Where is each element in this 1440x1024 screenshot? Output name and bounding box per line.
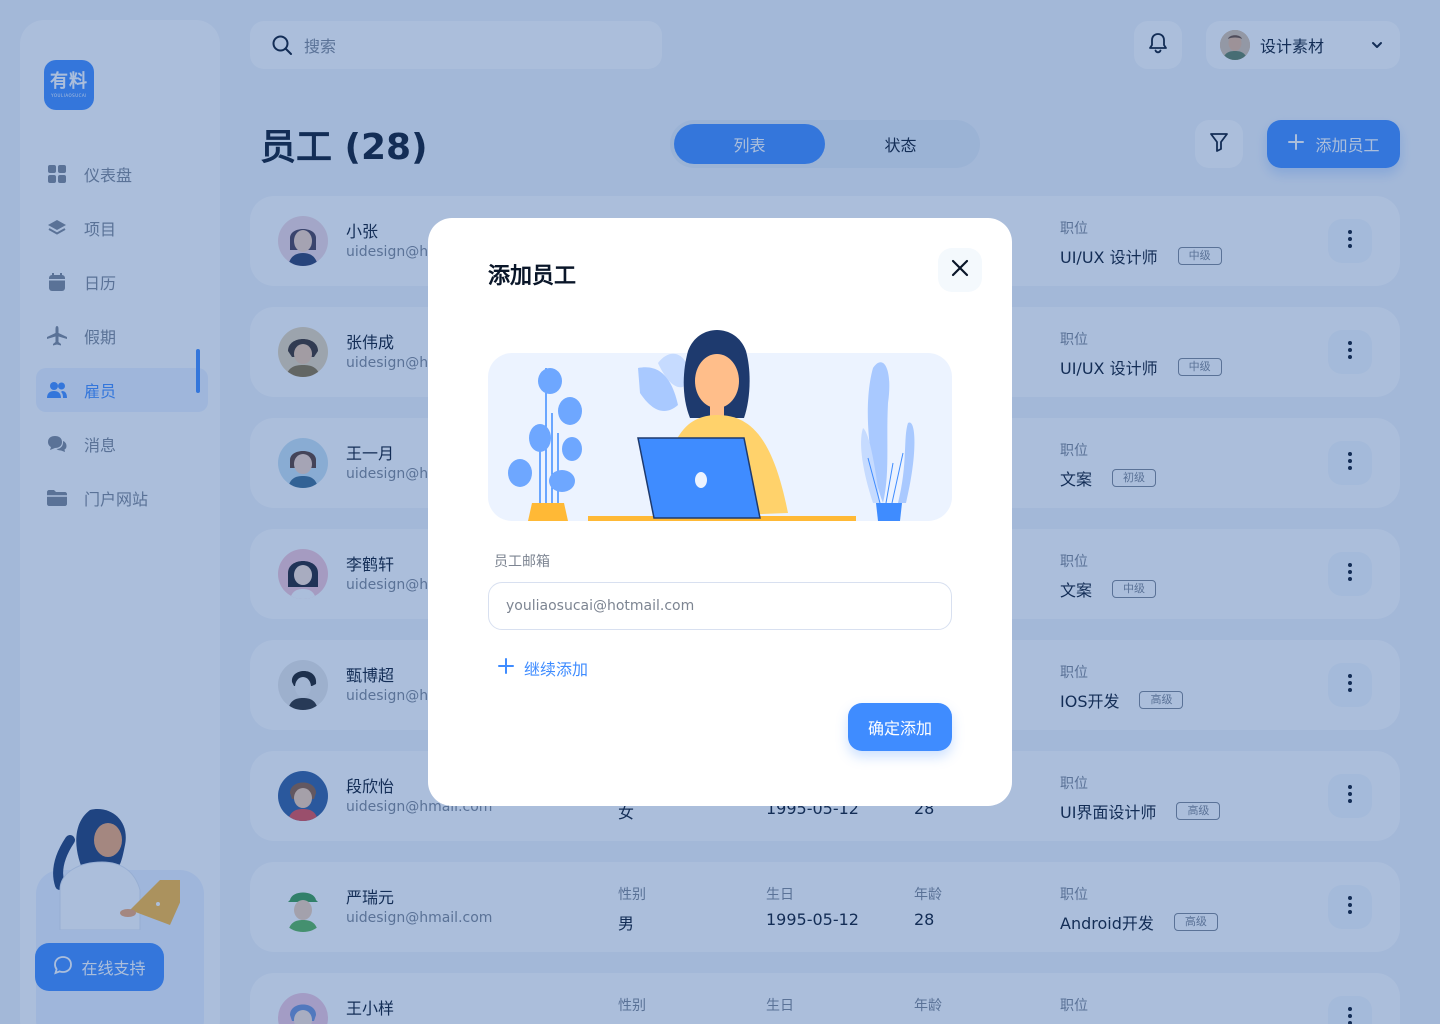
close-icon [950, 258, 970, 282]
employee-illustration [488, 330, 952, 521]
email-field-label: 员工邮箱 [494, 554, 550, 570]
email-field[interactable] [488, 582, 952, 630]
add-more-button[interactable]: 继续添加 [498, 656, 588, 680]
add-more-label: 继续添加 [524, 660, 589, 679]
modal-title: 添加员工 [488, 264, 577, 289]
close-button[interactable] [938, 248, 982, 292]
confirm-add-button[interactable]: 确定添加 [848, 703, 952, 751]
plus-icon [498, 658, 514, 678]
add-employee-modal: 添加员工 员工邮箱 youliaosucai@hotmail.com 继续添加 … [428, 218, 1012, 806]
